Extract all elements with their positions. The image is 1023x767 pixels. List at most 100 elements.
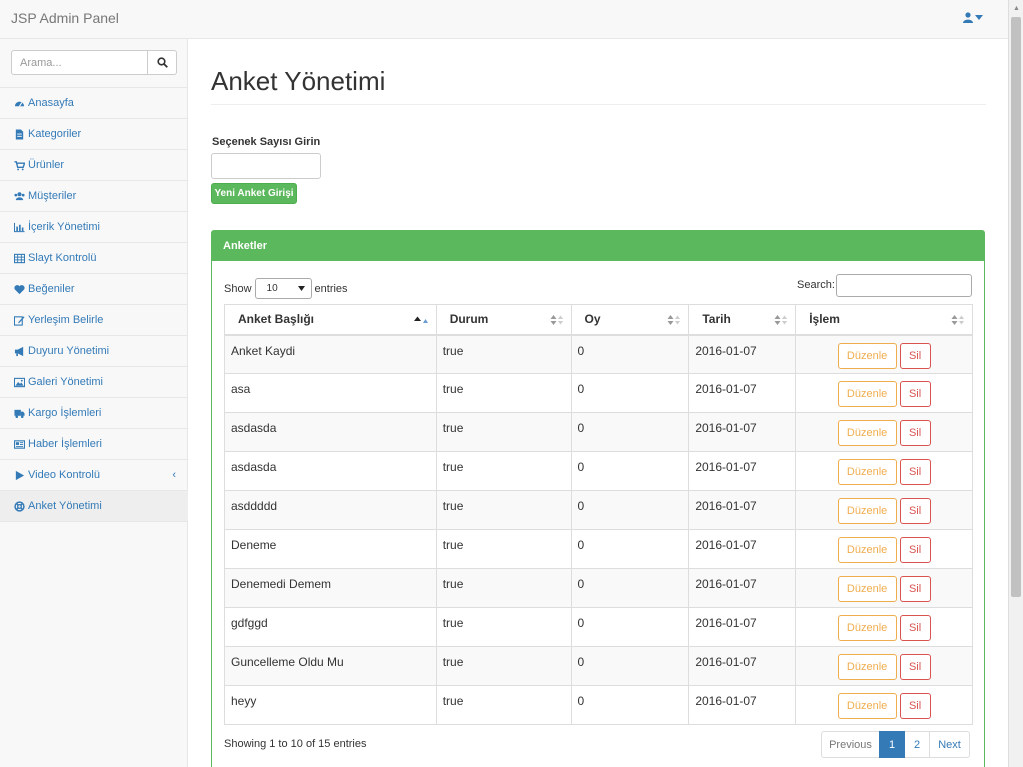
sidebar-item-11[interactable]: Kargo İşlemleri <box>0 398 188 429</box>
page-length-select[interactable]: 10 <box>254 278 312 299</box>
pagination-next[interactable]: Next <box>929 731 970 758</box>
table-cell: 0 <box>570 412 690 452</box>
sidebar-item-6[interactable]: Slayt Kontrolü <box>0 243 188 274</box>
table-cell: true <box>435 685 572 725</box>
sidebar-item-9[interactable]: Duyuru Yönetimi <box>0 336 188 367</box>
sort-both-icon <box>951 314 965 329</box>
delete-button[interactable]: Sil <box>899 615 931 641</box>
sort-ascending-icon <box>413 314 429 328</box>
delete-button[interactable]: Sil <box>899 654 931 680</box>
table-icon <box>13 252 25 264</box>
table-cell: 0 <box>570 490 690 530</box>
delete-button[interactable]: Sil <box>899 459 931 485</box>
edit-button[interactable]: Düzenle <box>837 537 897 563</box>
table-body: Anket Kaydi true 0 2016-01-07 Düzenle Sil asa t… <box>224 334 973 725</box>
table-cell: 0 <box>570 607 690 647</box>
new-poll-button[interactable]: Yeni Anket Girişi <box>211 183 297 204</box>
column-header[interactable]: İşlem <box>795 304 973 336</box>
edit-button[interactable]: Düzenle <box>837 459 897 485</box>
edit-button[interactable]: Düzenle <box>837 654 897 680</box>
option-count-input[interactable] <box>211 153 321 179</box>
column-header-label: İşlem <box>809 312 840 327</box>
delete-button[interactable]: Sil <box>899 342 931 369</box>
row-actions: Düzenle Sil <box>795 685 973 725</box>
edit-button[interactable]: Düzenle <box>837 342 897 369</box>
delete-button[interactable]: Sil <box>899 693 931 719</box>
sidebar-item-8[interactable]: Yerleşim Belirle <box>0 305 188 336</box>
table-cell: heyy <box>224 685 437 725</box>
table-cell: asdasda <box>224 451 437 491</box>
delete-button[interactable]: Sil <box>899 381 931 407</box>
sidebar-item-5[interactable]: İçerik Yönetimi <box>0 212 188 243</box>
page-length-value: 10 <box>266 283 278 294</box>
sidebar-item-label: İçerik Yönetimi <box>28 221 100 233</box>
sidebar-search-input[interactable] <box>11 50 148 75</box>
user-menu-toggle[interactable] <box>963 12 983 23</box>
row-actions: Düzenle Sil <box>795 607 973 647</box>
page-scrollbar[interactable]: ▲ <box>1008 0 1023 767</box>
table-cell: 0 <box>570 373 690 413</box>
table-cell: 0 <box>570 685 690 725</box>
table-cell: Denemedi Demem <box>224 568 437 608</box>
table-cell: true <box>435 568 572 608</box>
edit-button[interactable]: Düzenle <box>837 693 897 719</box>
edit-button[interactable]: Düzenle <box>837 381 897 407</box>
sidebar-item-14[interactable]: Anket Yönetimi <box>0 491 188 522</box>
table-cell: 2016-01-07 <box>688 568 797 608</box>
sidebar-item-label: Kategoriler <box>28 128 82 140</box>
edit-button[interactable]: Düzenle <box>837 420 897 446</box>
newspaper-icon <box>13 438 25 450</box>
page-title: Anket Yönetimi <box>211 66 386 96</box>
sidebar-search-button[interactable] <box>148 50 177 75</box>
table-cell: true <box>435 412 572 452</box>
scroll-up-arrow[interactable]: ▲ <box>1009 0 1023 16</box>
sidebar-item-12[interactable]: Haber İşlemleri <box>0 429 188 460</box>
sidebar-item-4[interactable]: Müşteriler <box>0 181 188 212</box>
table-row: gdfggd true 0 2016-01-07 Düzenle Sil <box>224 607 973 647</box>
row-actions: Düzenle Sil <box>795 568 973 608</box>
sidebar: Anasayfa Kategoriler Ürünler Müşteriler İçer… <box>0 39 188 767</box>
sidebar-item-2[interactable]: Kategoriler <box>0 119 188 150</box>
table-cell: 2016-01-07 <box>688 334 797 374</box>
sidebar-item-label: Video Kontrolü <box>28 469 100 481</box>
table-row: Denemedi Demem true 0 2016-01-07 Düzenle Sil <box>224 568 973 608</box>
sidebar-item-1[interactable]: Anasayfa <box>0 88 188 119</box>
column-header[interactable]: Anket Başlığı <box>224 304 437 336</box>
table-search-input[interactable] <box>836 274 972 297</box>
column-header[interactable]: Oy <box>570 304 690 336</box>
table-cell: 2016-01-07 <box>688 529 797 569</box>
table-row: asdasda true 0 2016-01-07 Düzenle Sil <box>224 451 973 491</box>
edit-button[interactable]: Düzenle <box>837 615 897 641</box>
table-cell: true <box>435 607 572 647</box>
table-cell: 0 <box>570 568 690 608</box>
delete-button[interactable]: Sil <box>899 420 931 446</box>
brand-title[interactable]: JSP Admin Panel <box>11 10 119 26</box>
sidebar-item-label: Anasayfa <box>28 97 74 109</box>
bullhorn-icon <box>13 345 25 357</box>
chevron-left-icon[interactable]: ‹ <box>172 469 176 481</box>
scroll-thumb[interactable] <box>1011 17 1021 597</box>
column-header[interactable]: Durum <box>435 304 572 336</box>
caret-down-icon <box>975 15 983 20</box>
delete-button[interactable]: Sil <box>899 537 931 563</box>
sidebar-item-7[interactable]: Beğeniler <box>0 274 188 305</box>
pagination-page[interactable]: 2 <box>904 731 930 758</box>
pagination-page[interactable]: 1 <box>879 731 905 758</box>
table-cell: gdfggd <box>224 607 437 647</box>
life-ring-icon <box>13 500 25 512</box>
table-cell: Anket Kaydi <box>224 334 437 374</box>
edit-button[interactable]: Düzenle <box>837 576 897 602</box>
table-cell: asdasda <box>224 412 437 452</box>
pagination-previous[interactable]: Previous <box>821 731 880 758</box>
search-icon <box>156 57 168 68</box>
delete-button[interactable]: Sil <box>899 576 931 602</box>
sidebar-item-3[interactable]: Ürünler <box>0 150 188 181</box>
sidebar-item-10[interactable]: Galeri Yönetimi <box>0 367 188 398</box>
sidebar-item-label: Slayt Kontrolü <box>28 252 97 264</box>
sidebar-item-13[interactable]: Video Kontrolü ‹ <box>0 460 188 491</box>
column-header[interactable]: Tarih <box>688 304 797 336</box>
cart-icon <box>13 159 25 171</box>
edit-button[interactable]: Düzenle <box>837 498 897 524</box>
edit-icon <box>13 314 25 326</box>
delete-button[interactable]: Sil <box>899 498 931 524</box>
